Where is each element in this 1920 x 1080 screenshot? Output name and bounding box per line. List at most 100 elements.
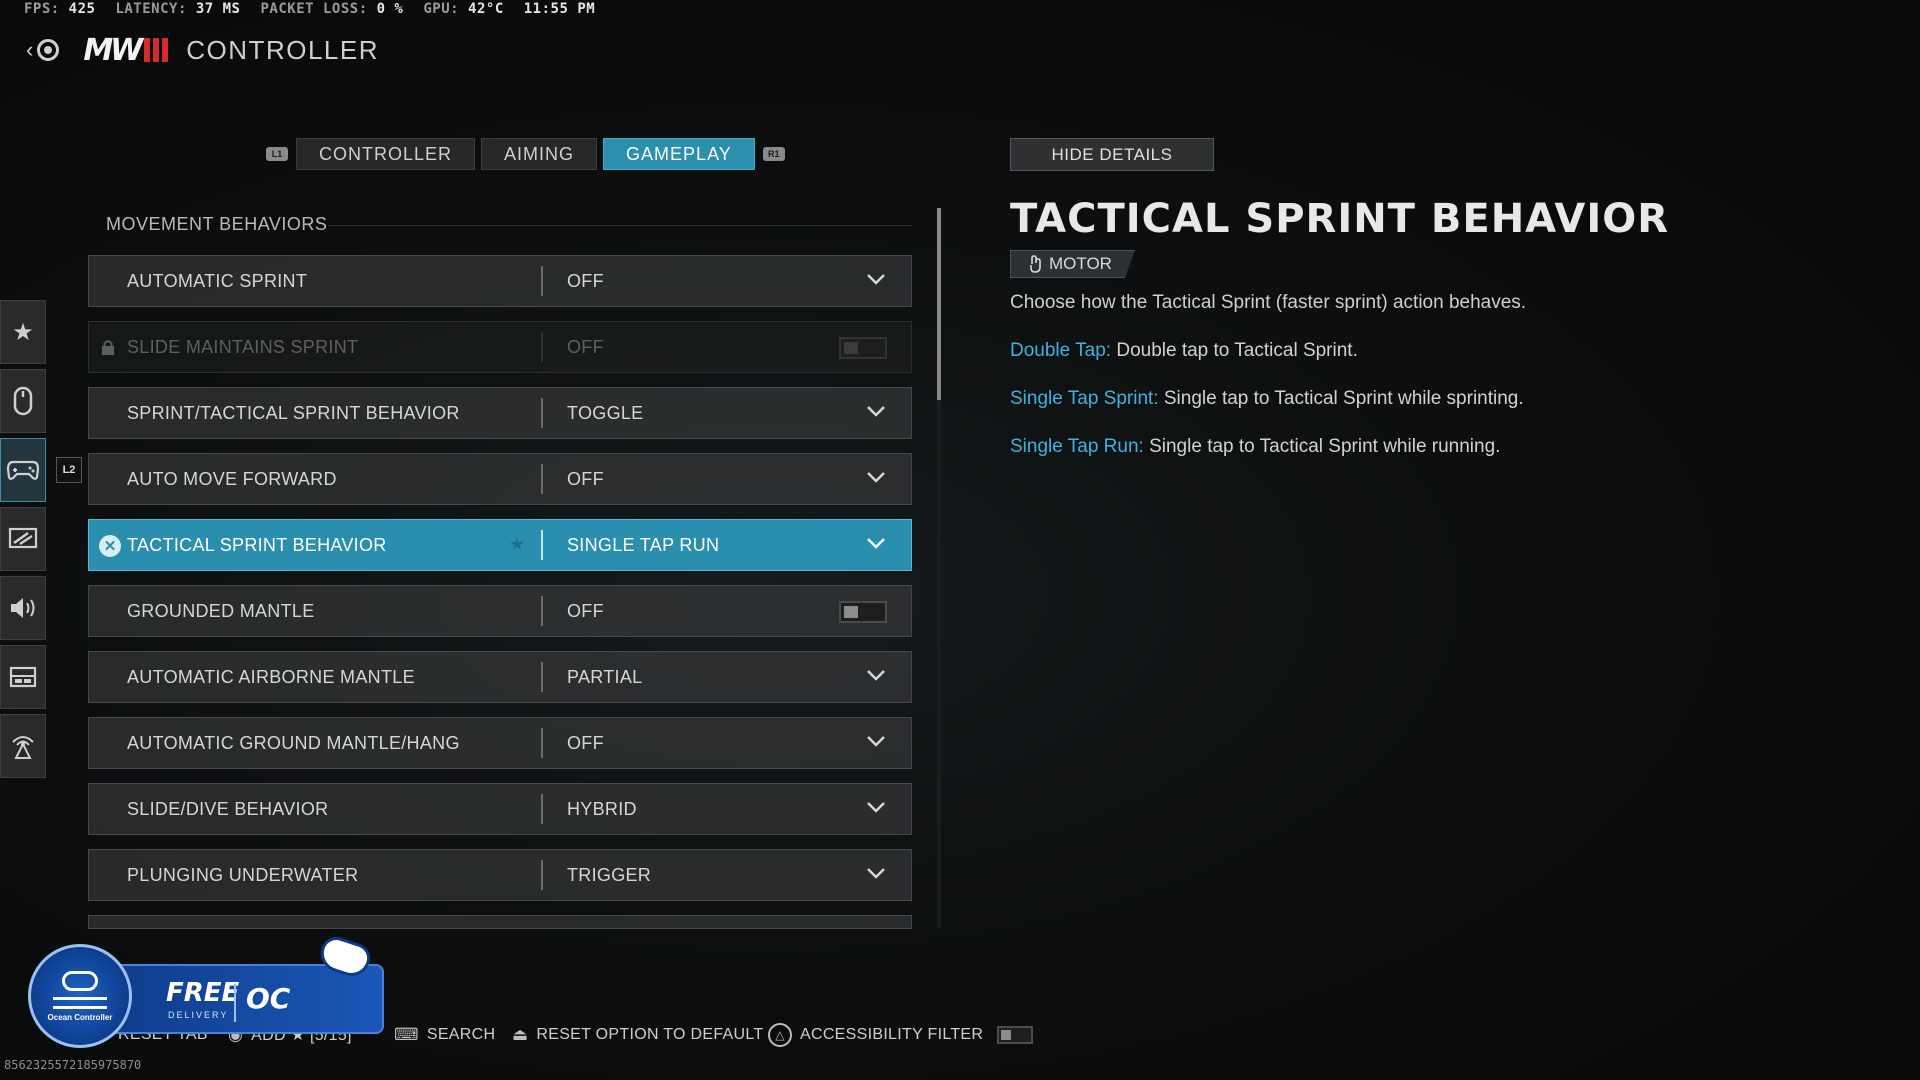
left-trigger-icon: L2 (56, 457, 82, 483)
right-bumper-icon[interactable]: R1 (762, 147, 785, 161)
setting-row-partial[interactable] (88, 915, 912, 929)
setting-tactical-sprint-behavior[interactable]: ✕ TACTICAL SPRINT BEHAVIOR ★ SINGLE TAP … (88, 519, 912, 571)
cross-button-icon: ✕ (99, 535, 121, 557)
brand-logo: Ocean Controller (28, 944, 132, 1048)
chevron-down-icon[interactable] (865, 532, 887, 554)
chevron-down-icon[interactable] (865, 730, 887, 752)
section-title: MOVEMENT BEHAVIORS (106, 214, 328, 234)
setting-sprint-tactical-sprint-behavior[interactable]: SPRINT/TACTICAL SPRINT BEHAVIOR TOGGLE (88, 387, 912, 439)
option-term: Single Tap Run: (1010, 436, 1144, 457)
hide-details-button[interactable]: HIDE DETAILS (1010, 138, 1214, 171)
setting-label: TACTICAL SPRINT BEHAVIOR (127, 534, 387, 555)
details-description: Choose how the Tactical Sprint (faster s… (1010, 292, 1527, 313)
setting-value: OFF (567, 732, 604, 753)
setting-value: TRIGGER (567, 864, 652, 885)
accessibility-toggle[interactable] (997, 1026, 1034, 1044)
row-divider (541, 530, 543, 560)
banner-free-text: FREE (166, 978, 240, 1008)
setting-label: GROUNDED MANTLE (127, 600, 315, 621)
banner-oc-text: OC (246, 982, 291, 1015)
option-text: Single tap to Tactical Sprint while runn… (1149, 436, 1501, 457)
chevron-down-icon[interactable] (865, 862, 887, 884)
row-divider (541, 860, 543, 890)
tab-aiming[interactable]: AIMING (481, 138, 598, 170)
favorites-button[interactable]: ★ (0, 300, 46, 364)
controller-logo-icon (62, 970, 98, 991)
game-logo: MW (83, 33, 169, 68)
gpu-stat: GPU: 42°C (423, 1, 504, 17)
page-title: CONTROLLER (186, 34, 379, 65)
setting-value: OFF (567, 336, 604, 357)
gamepad-icon (7, 460, 39, 480)
favorite-star-icon[interactable]: ★ (509, 534, 525, 555)
option-description: Single Tap Sprint: Single tap to Tactica… (1010, 388, 1524, 410)
option-text: Single tap to Tactical Sprint while spri… (1163, 388, 1524, 409)
setting-label: AUTOMATIC SPRINT (127, 270, 308, 291)
logo-bars (144, 38, 169, 62)
graphics-button[interactable] (0, 507, 46, 571)
motor-tag: MOTOR (1010, 250, 1135, 278)
search-prompt[interactable]: ⌨ SEARCH (394, 1024, 495, 1046)
row-divider (541, 794, 543, 824)
setting-label: PLUNGING UNDERWATER (127, 864, 359, 885)
star-icon: ★ (12, 318, 34, 346)
session-id: 8562325572185975870 (4, 1058, 142, 1072)
row-divider (541, 398, 543, 428)
interface-icon (9, 666, 37, 688)
left-bumper-icon[interactable]: L1 (266, 147, 288, 161)
chevron-down-icon[interactable] (865, 796, 887, 818)
row-divider (541, 596, 543, 626)
setting-slide-maintains-sprint: SLIDE MAINTAINS SPRINT OFF (88, 321, 912, 373)
speaker-icon (11, 598, 35, 618)
row-divider (541, 464, 543, 494)
controller-button[interactable] (0, 438, 46, 502)
chevron-down-icon[interactable] (865, 466, 887, 488)
option-text: Double tap to Tactical Sprint. (1116, 340, 1358, 361)
fps-stat: FPS: 425 (24, 1, 96, 17)
setting-value: TOGGLE (567, 402, 644, 423)
chevron-down-icon[interactable] (865, 400, 887, 422)
setting-automatic-airborne-mantle[interactable]: AUTOMATIC AIRBORNE MANTLE PARTIAL (88, 651, 912, 703)
toggle-switch (839, 337, 887, 359)
row-divider (541, 728, 543, 758)
network-button[interactable] (0, 714, 46, 778)
setting-label: AUTOMATIC GROUND MANTLE/HANG (127, 732, 460, 753)
mouse-keyboard-button[interactable] (0, 369, 46, 433)
option-description: Single Tap Run: Single tap to Tactical S… (1010, 436, 1500, 458)
setting-automatic-ground-mantle-hang[interactable]: AUTOMATIC GROUND MANTLE/HANG OFF (88, 717, 912, 769)
accessibility-filter-prompt[interactable]: △ ACCESSIBILITY FILTER (768, 1023, 1034, 1047)
setting-label: AUTOMATIC AIRBORNE MANTLE (127, 666, 415, 687)
chevron-down-icon[interactable] (865, 268, 887, 290)
tab-bar: L1 CONTROLLER AIMING GAMEPLAY R1 (264, 138, 787, 170)
toggle-switch[interactable] (839, 601, 887, 623)
lock-icon (102, 340, 114, 355)
setting-label: SLIDE/DIVE BEHAVIOR (127, 798, 329, 819)
left-stick-icon: ⏏ (512, 1025, 529, 1044)
setting-slide-dive-behavior[interactable]: SLIDE/DIVE BEHAVIOR HYBRID (88, 783, 912, 835)
setting-label: SPRINT/TACTICAL SPRINT BEHAVIOR (127, 402, 460, 423)
chevron-down-icon[interactable] (865, 664, 887, 686)
top-bar: ‹ MW CONTROLLER (26, 30, 379, 70)
back-button-icon[interactable] (37, 39, 60, 61)
display-icon (8, 527, 38, 549)
option-description: Double Tap: Double tap to Tactical Sprin… (1010, 340, 1358, 362)
option-term: Single Tap Sprint: (1010, 388, 1159, 409)
interface-button[interactable] (0, 645, 46, 709)
sponsor-banner: Ocean Controller FREE DELIVERY OC (28, 933, 384, 1050)
setting-auto-move-forward[interactable]: AUTO MOVE FORWARD OFF (88, 453, 912, 505)
reset-option-prompt[interactable]: ⏏ RESET OPTION TO DEFAULT (512, 1024, 763, 1046)
setting-plunging-underwater[interactable]: PLUNGING UNDERWATER TRIGGER (88, 849, 912, 901)
search-label: SEARCH (426, 1026, 496, 1043)
category-sidebar: ★ L2 (0, 300, 82, 783)
tab-gameplay[interactable]: GAMEPLAY (603, 138, 755, 170)
back-arrow-icon[interactable]: ‹ (26, 37, 33, 63)
triangle-button-icon: △ (768, 1023, 792, 1047)
tab-controller[interactable]: CONTROLLER (296, 138, 476, 170)
scrollbar-thumb[interactable] (937, 208, 941, 400)
setting-grounded-mantle[interactable]: GROUNDED MANTLE OFF (88, 585, 912, 637)
audio-button[interactable] (0, 576, 46, 640)
setting-value: SINGLE TAP RUN (567, 534, 720, 555)
banner-separator (234, 984, 236, 1022)
section-divider (328, 225, 912, 226)
setting-automatic-sprint[interactable]: AUTOMATIC SPRINT OFF (88, 255, 912, 307)
